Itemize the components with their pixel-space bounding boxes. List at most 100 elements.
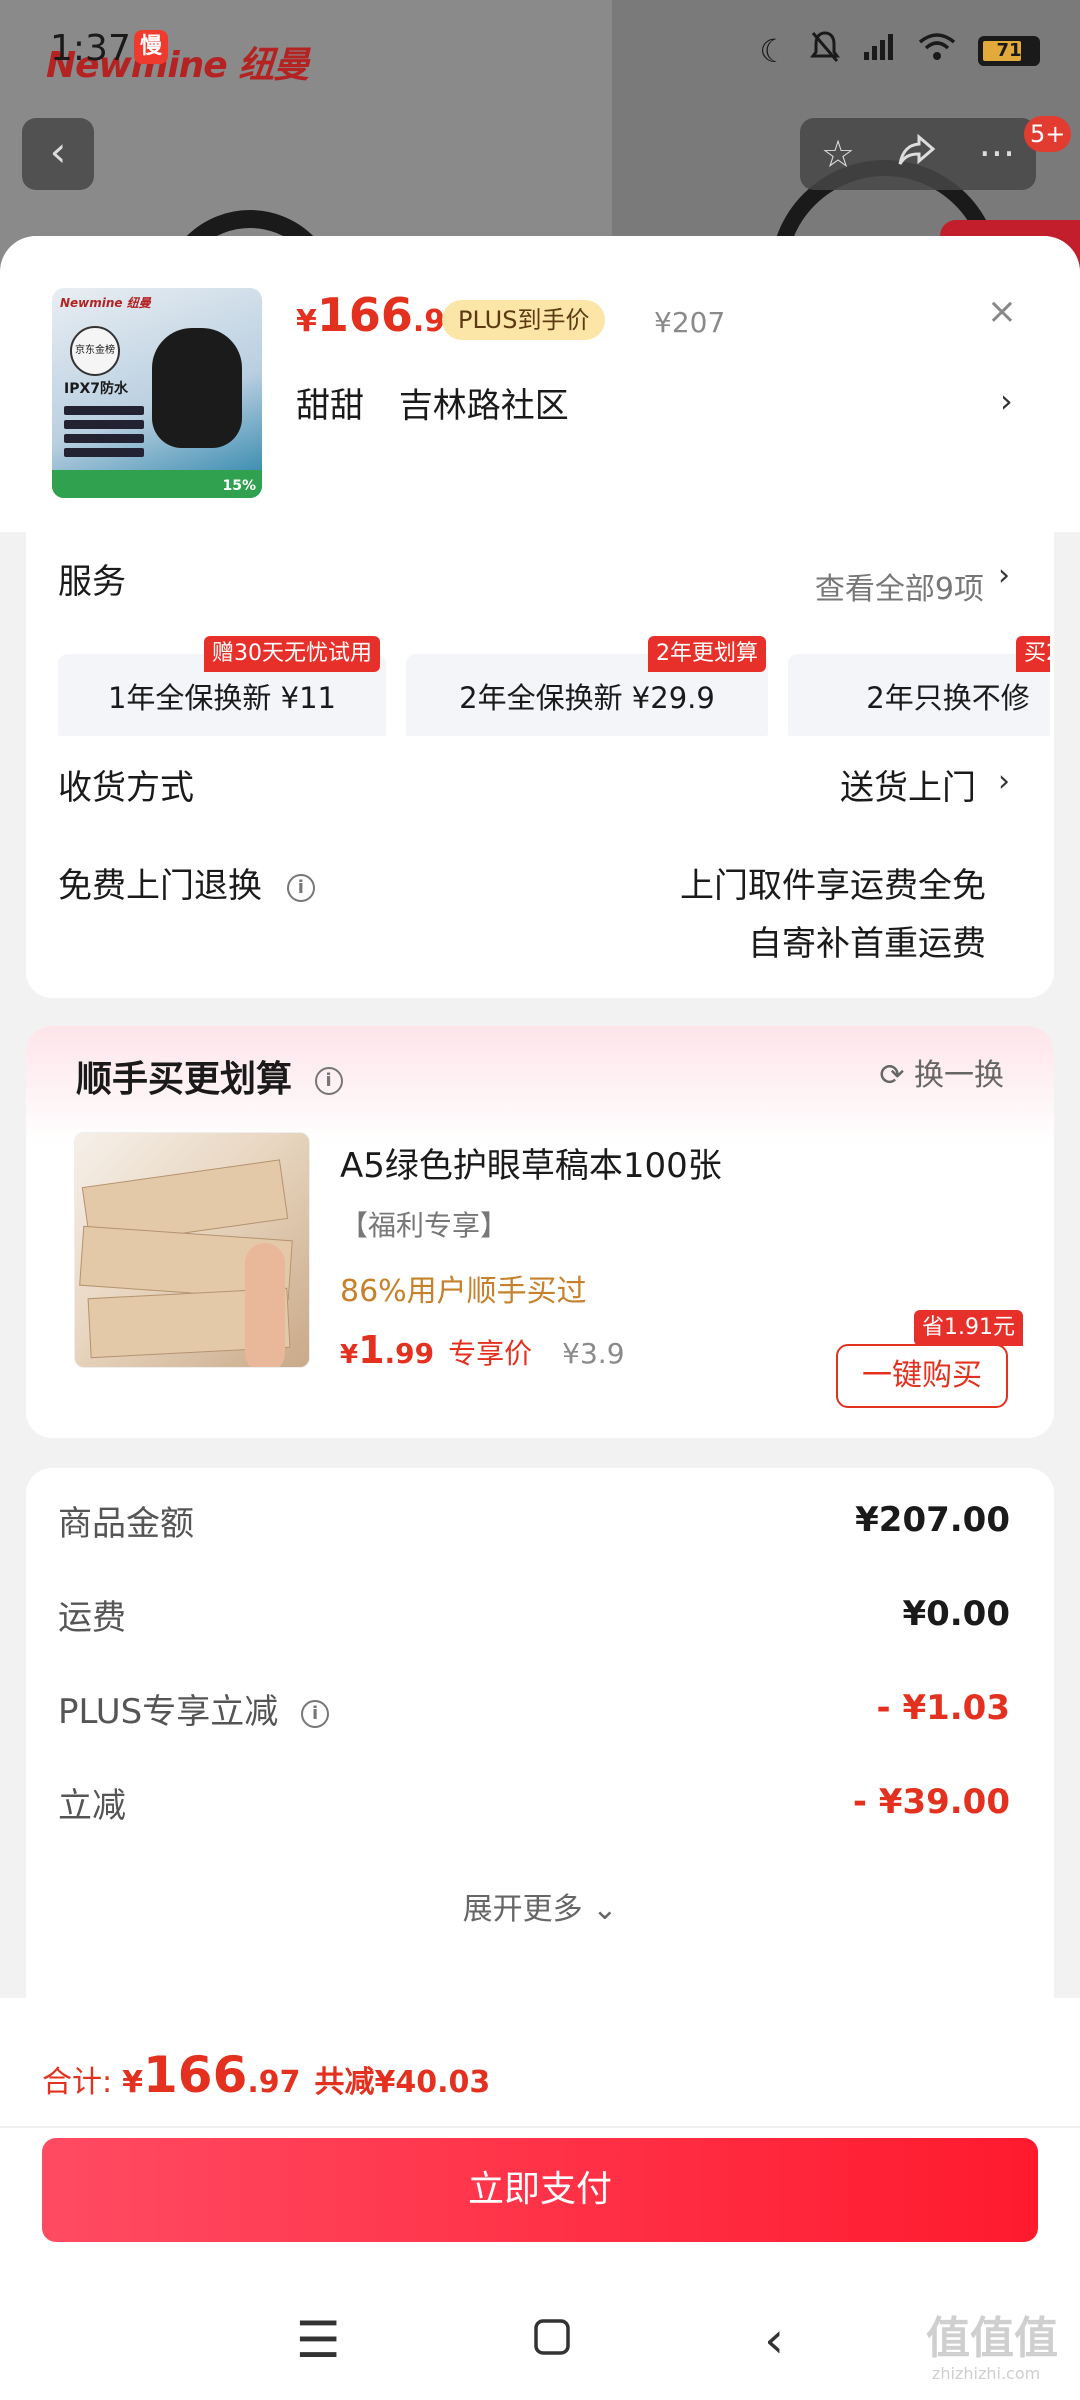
star-icon[interactable]: ☆ (821, 132, 855, 176)
back-button[interactable]: ‹ (22, 118, 94, 190)
summary-label: 立减 (58, 1786, 126, 1826)
status-time: 1:37 (50, 28, 131, 69)
addon-name[interactable]: A5绿色护眼草稿本100张 (340, 1138, 722, 1187)
summary-label: 商品金额 (58, 1504, 194, 1544)
address-place: 吉林路社区 (398, 386, 569, 426)
plus-price-tag: PLUS到手价 (442, 300, 606, 340)
service-title: 服务 (58, 562, 126, 602)
status-icons: ☾ 71 (759, 30, 1040, 72)
price-integer: 166 (316, 288, 413, 342)
info-icon[interactable]: i (314, 1067, 343, 1095)
summary-value: - ¥39.00 (852, 1782, 1010, 1822)
free-return-line-1: 上门取件享运费全免 (680, 866, 986, 906)
back-icon[interactable]: ‹ (764, 2311, 784, 2369)
service-option-label: 2年全保换新 ¥29.9 (459, 681, 715, 715)
original-price: ¥207 (654, 306, 726, 339)
product-thumbnail[interactable]: Newmine 纽曼 京东金榜 IPX7防水 15% (52, 288, 262, 498)
battery-level: 71 (996, 40, 1022, 61)
summary-label-text: PLUS专享立减 (58, 1692, 279, 1732)
service-option-label: 2年只换不修 (866, 681, 1030, 715)
chevron-right-icon[interactable]: › (1000, 382, 1013, 420)
service-option-tag: 2年更划算 (648, 636, 766, 672)
addon-tag: 【福利专享】 (340, 1209, 509, 1242)
summary-value: - ¥1.03 (876, 1688, 1011, 1728)
thumb-badge: 15% (222, 478, 256, 494)
nav-actions: ☆ ··· (800, 118, 1036, 190)
close-icon[interactable]: × (984, 294, 1020, 330)
total-price-decimal: .97 (247, 2065, 301, 2100)
product-header: Newmine 纽曼 京东金榜 IPX7防水 15% ¥ 166 .97 PLU… (0, 236, 1080, 532)
watermark-url: zhizhizhi.com (932, 2364, 1041, 2383)
addon-price: ¥ 1 .99 专享价 ¥3.9 (340, 1328, 625, 1372)
addon-price-symbol: ¥ (340, 1340, 359, 1370)
summary-row: 运费 ¥0.00 (58, 1590, 1010, 1650)
battery-icon: 71 (978, 36, 1040, 66)
addon-save-tag: 省1.91元 (914, 1310, 1023, 1346)
mute-bell-icon (810, 30, 840, 72)
summary-row: 立减 - ¥39.00 (58, 1778, 1010, 1838)
swap-button[interactable]: ⟳ 换一换 (879, 1050, 1004, 1094)
summary-row: 商品金额 ¥207.00 (58, 1496, 1010, 1556)
moon-icon: ☾ (759, 32, 788, 70)
signal-icon (862, 32, 896, 70)
divider (0, 2126, 1080, 2128)
addon-price-decimal: .99 (384, 1337, 435, 1370)
thumb-seal: 京东金榜 (70, 326, 120, 376)
one-click-buy-button[interactable]: 一键购买 (836, 1344, 1008, 1408)
expand-more-button[interactable]: 展开更多 ⌄ (26, 1884, 1054, 1928)
free-return-label-text: 免费上门退换 (58, 866, 262, 906)
address-selector[interactable]: 甜甜 吉林路社区 (296, 378, 593, 427)
thumb-title: IPX7防水 (64, 381, 129, 397)
service-card: 服务 查看全部9项 › 1年全保换新 ¥11 赠30天无忧试用 2年全保换新 ¥… (26, 532, 1054, 998)
addon-product-image[interactable] (74, 1132, 310, 1368)
service-option[interactable]: 2年只换不修 (788, 654, 1050, 736)
thumb-brand: Newmine 纽曼 (60, 296, 151, 310)
service-option-tag: 买2 (1016, 636, 1050, 672)
summary-label: 运费 (58, 1598, 126, 1638)
addon-price-integer: 1 (358, 1328, 385, 1372)
status-app-icon: 慢 (134, 30, 168, 64)
addon-original-price: ¥3.9 (562, 1337, 625, 1370)
total-price-integer: 166 (142, 2046, 248, 2104)
chevron-right-icon[interactable]: › (998, 764, 1010, 799)
swap-label: 换一换 (914, 1058, 1004, 1093)
total-price-symbol: ¥ (122, 2065, 143, 2100)
addon-title-text: 顺手买更划算 (76, 1059, 293, 1100)
product-price: ¥ 166 .97 (296, 288, 466, 342)
menu-icon[interactable]: ☰ (296, 2311, 341, 2369)
share-icon[interactable] (897, 132, 937, 176)
service-option-label: 1年全保换新 ¥11 (107, 681, 337, 715)
home-icon[interactable] (532, 2311, 572, 2369)
thumb-earbud (152, 328, 242, 448)
addon-price-label: 专享价 (448, 1337, 533, 1370)
wifi-icon (918, 32, 956, 70)
address-name: 甜甜 (296, 386, 364, 426)
free-return-label: 免费上门退换 i (58, 858, 315, 907)
info-icon[interactable]: i (286, 873, 315, 902)
total-label: 合计: (42, 2065, 113, 2100)
service-options: 1年全保换新 ¥11 赠30天无忧试用 2年全保换新 ¥29.9 2年更划算 2… (58, 636, 1050, 736)
info-icon[interactable]: i (301, 1699, 330, 1728)
system-navigation-bar: ☰ ‹ (0, 2280, 1080, 2400)
total-saved: 共减¥40.03 (314, 2065, 491, 2100)
summary-label: PLUS专享立减 i (58, 1684, 330, 1733)
chevron-right-icon[interactable]: › (998, 558, 1010, 593)
watermark-logo: 值值值 (926, 2313, 1058, 2364)
addon-card: 顺手买更划算 i ⟳ 换一换 A5绿色护眼草稿本100张 【福利专享】 86%用… (26, 1026, 1054, 1438)
service-view-all-label: 查看全部9项 (814, 572, 984, 607)
message-badge: 5+ (1024, 116, 1072, 152)
summary-value: ¥207.00 (855, 1500, 1010, 1540)
more-icon[interactable]: ··· (979, 132, 1015, 176)
pay-now-button[interactable]: 立即支付 (42, 2138, 1038, 2242)
thumb-feature-lines (64, 406, 144, 462)
service-option-tag: 赠30天无忧试用 (204, 636, 380, 672)
summary-row: PLUS专享立减 i - ¥1.03 (58, 1684, 1010, 1744)
delivery-value[interactable]: 送货上门 (840, 760, 976, 809)
hand-shape (245, 1243, 285, 1367)
summary-value: ¥0.00 (902, 1594, 1010, 1634)
free-return-line-2: 自寄补首重运费 (748, 924, 986, 964)
status-bar: 1:37 慢 ☾ 71 (0, 0, 1080, 100)
addon-title: 顺手买更划算 i (76, 1050, 343, 1102)
refresh-icon: ⟳ (879, 1058, 905, 1093)
service-view-all[interactable]: 查看全部9项 (815, 564, 984, 608)
